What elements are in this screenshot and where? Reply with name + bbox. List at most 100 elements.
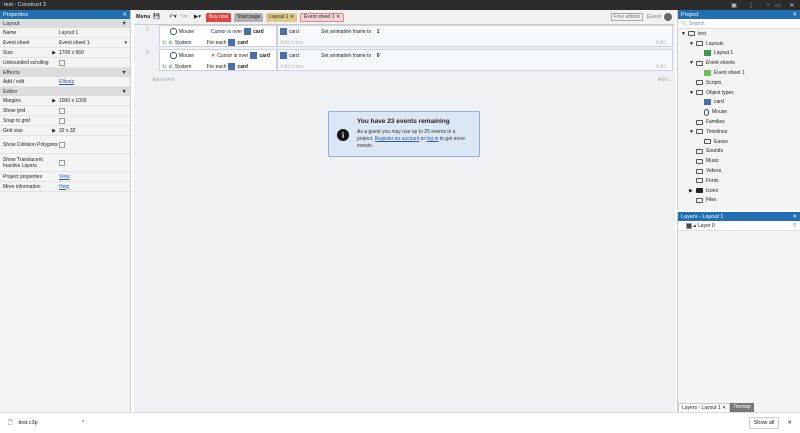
close-properties-icon[interactable]: ✕ <box>122 12 127 18</box>
event-block[interactable]: 2 Mouse ✕ Cursor is over card ↻ ⚙ System For e… <box>134 49 675 71</box>
property-value[interactable]: 1000 x 1000 <box>59 98 87 104</box>
close-layers-icon[interactable]: ✕ <box>792 214 797 220</box>
tree-item[interactable]: card <box>678 98 800 108</box>
collapse-icon[interactable]: ▼ <box>122 89 127 95</box>
property-row: Show Collision Polygons <box>0 136 130 154</box>
condition-row[interactable]: ↻ ⚙ System For each card <box>160 61 276 72</box>
info-icon: i <box>337 129 349 141</box>
save-icon[interactable]: 💾 <box>153 14 160 20</box>
expand-arrow-icon[interactable]: ▶ <box>52 128 56 134</box>
section-2[interactable]: Editor ▼ <box>0 87 130 96</box>
tree-item[interactable]: ▼ test <box>678 29 800 39</box>
expand-arrow-icon[interactable]: ▼ <box>689 90 696 96</box>
user-avatar-icon[interactable] <box>664 13 672 21</box>
actions-block[interactable]: card Set animation frame to 1 Add action A… <box>277 25 673 47</box>
condition-row[interactable]: Mouse Cursor is over card <box>160 26 276 37</box>
event-block[interactable]: 1 Mouse Cursor is over card ↻ ⚙ System For ea… <box>134 25 675 47</box>
tree-item[interactable]: ▼ Event sheets <box>678 58 800 68</box>
add-action-link[interactable]: Add action <box>280 64 304 70</box>
property-value[interactable]: 1708 x 960 <box>59 50 84 56</box>
guest-label[interactable]: Guest <box>646 14 661 20</box>
expand-arrow-icon[interactable]: ▶ <box>52 50 56 56</box>
tree-item[interactable]: ▼ Object types <box>678 88 800 98</box>
checkbox[interactable] <box>59 159 65 166</box>
property-key: Unbounded scrolling <box>3 60 59 66</box>
chevron-up-icon[interactable]: ^ <box>82 420 85 426</box>
property-value[interactable]: Layout 1 <box>59 30 78 36</box>
expand-arrow-icon[interactable]: ▼ <box>689 60 696 66</box>
section-1[interactable]: Effects ▼ <box>0 68 130 77</box>
show-all-button[interactable]: Show all <box>748 417 780 429</box>
tree-item[interactable]: Scripts <box>678 78 800 88</box>
login-link[interactable]: log in <box>427 136 439 142</box>
tree-item[interactable]: Music <box>678 156 800 166</box>
footer-link[interactable]: Help <box>59 184 69 190</box>
tree-item[interactable]: Event sheet 1 <box>678 68 800 78</box>
collapse-icon[interactable]: ▼ <box>122 70 127 76</box>
tree-item[interactable]: Layout 1 <box>678 49 800 59</box>
menu-button[interactable]: Menu <box>136 14 150 20</box>
section-0[interactable]: Layout ▼ <box>0 19 130 28</box>
expand-arrow-icon[interactable]: ▼ <box>681 31 688 37</box>
tree-item[interactable]: Files <box>678 196 800 206</box>
tree-item[interactable]: Sounds <box>678 147 800 157</box>
add-action-row[interactable]: Add action Add... <box>278 37 672 48</box>
project-tree: ▼ test ▼ Layouts Layout 1 ▼ Event sheets Event … <box>678 29 800 205</box>
tree-item[interactable]: ▼ Layouts <box>678 39 800 49</box>
tree-item[interactable]: Fonts <box>678 176 800 186</box>
tree-item[interactable]: Eases <box>678 137 800 147</box>
condition-row[interactable]: Mouse ✕ Cursor is over card <box>160 50 276 61</box>
register-link[interactable]: Register an account <box>375 136 419 142</box>
layer-row[interactable]: 🔓︎ Layer 0 0 <box>678 221 800 231</box>
preview-icon[interactable]: ▶▾ <box>194 14 201 20</box>
tree-item[interactable]: Videos <box>678 166 800 176</box>
close-window-button[interactable]: ✕ <box>784 0 800 10</box>
condition-row[interactable]: ↻ ⚙ System For each card <box>160 37 276 48</box>
dropdown-chevron-icon[interactable]: ▾ <box>124 40 127 46</box>
close-download-bar-icon[interactable]: ✕ <box>787 420 792 426</box>
checkbox[interactable] <box>59 59 65 66</box>
expand-arrow-icon[interactable]: ▼ <box>689 129 696 135</box>
add-link[interactable]: Add... <box>656 64 669 70</box>
tab-event-sheet-1[interactable]: Event sheet 1 ✕ <box>300 12 345 22</box>
checkbox[interactable] <box>59 141 65 148</box>
tree-item[interactable]: Families <box>678 117 800 127</box>
expand-arrow-icon[interactable]: ▶ <box>52 98 56 104</box>
tree-item[interactable]: Mouse <box>678 107 800 117</box>
layer-visible-checkbox[interactable] <box>686 222 692 229</box>
redo-icon[interactable]: ↷▾ <box>180 14 187 20</box>
notification-icon[interactable]: ▣ <box>726 0 742 10</box>
property-value[interactable]: Event sheet 1 <box>59 40 90 46</box>
add-event-link[interactable]: Add event <box>152 77 175 83</box>
add-action-row[interactable]: Add action Add... <box>278 61 672 72</box>
action-row[interactable]: card Set animation frame to 1 <box>278 26 672 37</box>
tab-layout-1[interactable]: Layout 1 ✕ <box>266 12 298 22</box>
add-action-link[interactable]: Add action <box>280 40 304 46</box>
tree-item-label: Eases <box>714 138 728 145</box>
project-search-input[interactable]: 🔍︎ Search <box>678 19 800 29</box>
checkbox[interactable] <box>59 117 65 124</box>
conditions-block[interactable]: Mouse Cursor is over card ↻ ⚙ System For each… <box>159 25 277 47</box>
add-menu-link[interactable]: Add... <box>658 77 671 83</box>
lock-icon[interactable]: 🔓︎ <box>693 223 696 229</box>
conditions-block[interactable]: Mouse ✕ Cursor is over card ↻ ⚙ System For eac… <box>159 49 277 71</box>
action-row[interactable]: card Set animation frame to 0 <box>278 50 672 61</box>
expand-arrow-icon[interactable]: ▼ <box>689 41 696 47</box>
undo-icon[interactable]: ↶▾ <box>169 14 176 20</box>
collapse-icon[interactable]: ▼ <box>122 21 127 27</box>
property-value[interactable]: 32 x 32 <box>59 128 75 134</box>
footer-link[interactable]: View <box>59 174 70 180</box>
actions-block[interactable]: card Set animation frame to 0 Add action A… <box>277 49 673 71</box>
tab-start-page[interactable]: Start page <box>234 12 264 22</box>
close-project-icon[interactable]: ✕ <box>792 12 797 18</box>
add-link[interactable]: Add... <box>656 40 669 46</box>
mouse-icon <box>170 28 177 35</box>
more-options-icon[interactable]: ⋮ <box>743 0 759 10</box>
expand-arrow-icon[interactable]: ▶ <box>689 188 696 194</box>
download-filename[interactable]: test.c3p <box>18 420 37 426</box>
buy-now-button[interactable]: Buy now <box>205 12 232 22</box>
tree-item[interactable]: ▶ Icons <box>678 186 800 196</box>
checkbox[interactable] <box>59 107 65 114</box>
effects-link[interactable]: Effects <box>59 79 74 85</box>
tree-item[interactable]: ▼ Timelines <box>678 127 800 137</box>
